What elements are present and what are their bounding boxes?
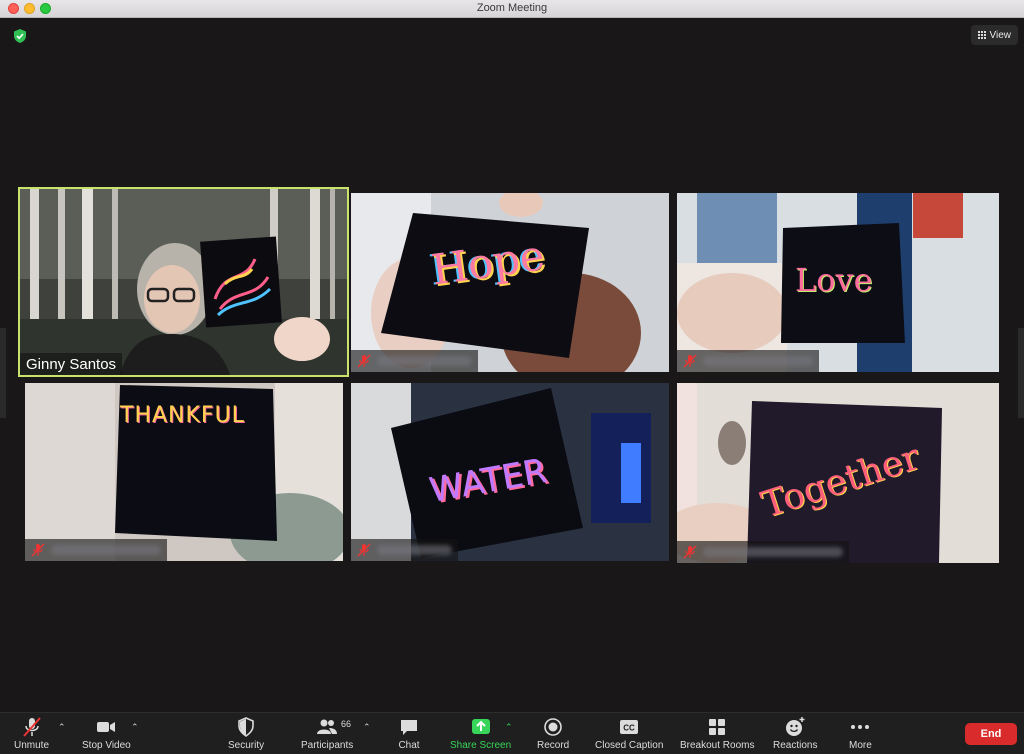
shield-icon (238, 717, 254, 737)
right-scroll-handle[interactable] (1018, 328, 1024, 418)
window-title: Zoom Meeting (476, 2, 548, 14)
share-screen-button[interactable]: Share Screen (450, 716, 511, 751)
audio-options-chevron-icon[interactable]: ⌃ (58, 722, 66, 733)
participants-icon (317, 719, 338, 734)
closed-caption-button[interactable]: CC Closed Caption (595, 716, 663, 751)
meeting-toolbar: Unmute ⌃ Stop Video ⌃ Security Participa… (0, 712, 1024, 754)
video-tile[interactable]: WATER (351, 383, 669, 561)
stop-video-button[interactable]: Stop Video (82, 716, 131, 751)
meeting-stage: View Ginny Santos Hope Love THANKFUL WAT… (0, 18, 1024, 712)
grid-view-icon (977, 31, 986, 39)
participant-namebar (677, 350, 819, 372)
blurred-participant-name (377, 356, 472, 366)
view-button[interactable]: View (970, 25, 1018, 45)
video-options-chevron-icon[interactable]: ⌃ (131, 722, 139, 733)
participant-namebar (351, 350, 478, 372)
video-camera-icon (97, 722, 116, 732)
breakout-rooms-button[interactable]: Breakout Rooms (680, 716, 754, 751)
security-button[interactable]: Security (228, 716, 264, 751)
record-icon (544, 718, 562, 736)
participants-count-badge: 66 (341, 719, 352, 729)
view-label: View (989, 29, 1012, 41)
participant-namebar: Ginny Santos (20, 353, 123, 375)
svg-text:CC: CC (623, 724, 635, 733)
participants-options-chevron-icon[interactable]: ⌃ (363, 722, 371, 733)
blurred-participant-name (703, 547, 843, 557)
card-text: Love (795, 261, 873, 299)
more-button[interactable]: More (849, 716, 872, 751)
participant-name: Ginny Santos (26, 355, 117, 373)
participant-namebar (25, 539, 167, 561)
forest-background-video (20, 189, 347, 375)
blurred-participant-name (703, 356, 813, 366)
muted-mic-icon (357, 354, 371, 368)
participant-namebar (677, 541, 849, 563)
record-button[interactable]: Record (537, 716, 569, 751)
muted-mic-icon (31, 543, 45, 557)
blurred-participant-name (377, 545, 452, 555)
muted-mic-icon (22, 717, 41, 737)
chat-bubble-icon (401, 720, 417, 735)
muted-mic-icon (683, 545, 697, 559)
end-meeting-button[interactable]: End (965, 723, 1017, 745)
muted-mic-icon (683, 354, 697, 368)
video-tile-active-speaker[interactable]: Ginny Santos (18, 187, 349, 377)
unmute-button[interactable]: Unmute (14, 716, 49, 751)
video-tile[interactable]: THANKFUL (25, 383, 343, 561)
left-scroll-handle[interactable] (0, 328, 6, 418)
more-dots-icon (851, 725, 870, 729)
participant-namebar (351, 539, 458, 561)
video-tile[interactable]: Hope (351, 193, 669, 372)
video-tile[interactable]: Love (677, 193, 999, 372)
breakout-rooms-grid-icon (709, 719, 726, 735)
window-titlebar: Zoom Meeting (0, 0, 1024, 18)
share-screen-arrow-icon (471, 719, 490, 734)
cc-icon: CC (620, 720, 639, 734)
card-text: THANKFUL (120, 403, 245, 428)
reactions-button[interactable]: Reactions (773, 716, 817, 751)
chat-button[interactable]: Chat (398, 716, 420, 751)
muted-mic-icon (357, 543, 371, 557)
encryption-shield-icon[interactable] (12, 28, 28, 44)
video-tile[interactable]: Together (677, 383, 999, 563)
smiley-plus-icon (786, 717, 805, 736)
blurred-participant-name (51, 545, 161, 555)
share-options-chevron-icon[interactable]: ⌃ (505, 722, 513, 733)
